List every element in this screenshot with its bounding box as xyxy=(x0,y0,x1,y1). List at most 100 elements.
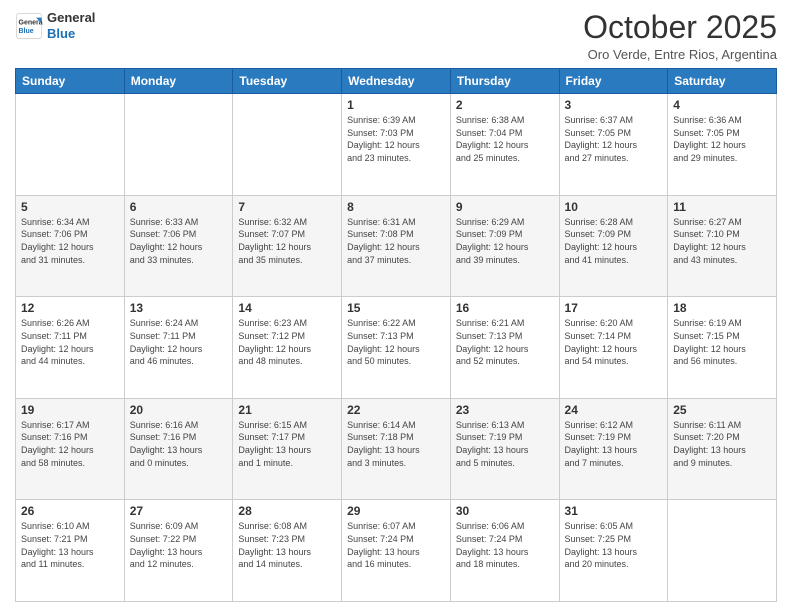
day-info: Sunrise: 6:33 AM Sunset: 7:06 PM Dayligh… xyxy=(130,216,228,266)
day-info: Sunrise: 6:12 AM Sunset: 7:19 PM Dayligh… xyxy=(565,419,663,469)
day-info: Sunrise: 6:10 AM Sunset: 7:21 PM Dayligh… xyxy=(21,520,119,570)
day-info: Sunrise: 6:39 AM Sunset: 7:03 PM Dayligh… xyxy=(347,114,445,164)
day-info: Sunrise: 6:31 AM Sunset: 7:08 PM Dayligh… xyxy=(347,216,445,266)
calendar-cell: 4 Sunrise: 6:36 AM Sunset: 7:05 PM Daylig… xyxy=(668,94,777,196)
weekday-header-sunday: Sunday xyxy=(16,69,125,94)
calendar-cell: 13Sunrise: 6:24 AM Sunset: 7:11 PM Dayli… xyxy=(124,297,233,399)
day-info: Sunrise: 6:23 AM Sunset: 7:12 PM Dayligh… xyxy=(238,317,336,367)
day-info: Sunrise: 6:07 AM Sunset: 7:24 PM Dayligh… xyxy=(347,520,445,570)
day-number: 16 xyxy=(456,301,554,315)
location: Oro Verde, Entre Rios, Argentina xyxy=(583,47,777,62)
calendar-cell: 30Sunrise: 6:06 AM Sunset: 7:24 PM Dayli… xyxy=(450,500,559,602)
calendar-cell: 3 Sunrise: 6:37 AM Sunset: 7:05 PM Daylig… xyxy=(559,94,668,196)
calendar-cell: 9Sunrise: 6:29 AM Sunset: 7:09 PM Daylig… xyxy=(450,195,559,297)
calendar-cell: 1 Sunrise: 6:39 AM Sunset: 7:03 PM Daylig… xyxy=(342,94,451,196)
day-number: 8 xyxy=(347,200,445,214)
calendar-cell: 10Sunrise: 6:28 AM Sunset: 7:09 PM Dayli… xyxy=(559,195,668,297)
calendar-cell: 24 Sunrise: 6:12 AM Sunset: 7:19 PM Dayli… xyxy=(559,398,668,500)
calendar-cell: 12Sunrise: 6:26 AM Sunset: 7:11 PM Dayli… xyxy=(16,297,125,399)
calendar-table: SundayMondayTuesdayWednesdayThursdayFrid… xyxy=(15,68,777,602)
day-number: 5 xyxy=(21,200,119,214)
week-row-4: 26 Sunrise: 6:10 AM Sunset: 7:21 PM Dayli… xyxy=(16,500,777,602)
weekday-header-monday: Monday xyxy=(124,69,233,94)
calendar-cell: 15 Sunrise: 6:22 AM Sunset: 7:13 PM Dayli… xyxy=(342,297,451,399)
calendar-cell: 25 Sunrise: 6:11 AM Sunset: 7:20 PM Dayli… xyxy=(668,398,777,500)
calendar-cell: 14 Sunrise: 6:23 AM Sunset: 7:12 PM Dayli… xyxy=(233,297,342,399)
calendar-cell: 6 Sunrise: 6:33 AM Sunset: 7:06 PM Daylig… xyxy=(124,195,233,297)
calendar-cell: 11Sunrise: 6:27 AM Sunset: 7:10 PM Dayli… xyxy=(668,195,777,297)
day-number: 4 xyxy=(673,98,771,112)
calendar-cell xyxy=(668,500,777,602)
day-number: 18 xyxy=(673,301,771,315)
weekday-header-wednesday: Wednesday xyxy=(342,69,451,94)
day-number: 22 xyxy=(347,403,445,417)
weekday-header-tuesday: Tuesday xyxy=(233,69,342,94)
day-info: Sunrise: 6:06 AM Sunset: 7:24 PM Dayligh… xyxy=(456,520,554,570)
day-number: 14 xyxy=(238,301,336,315)
day-number: 12 xyxy=(21,301,119,315)
weekday-header-thursday: Thursday xyxy=(450,69,559,94)
week-row-3: 19 Sunrise: 6:17 AM Sunset: 7:16 PM Dayli… xyxy=(16,398,777,500)
day-number: 25 xyxy=(673,403,771,417)
week-row-1: 5 Sunrise: 6:34 AM Sunset: 7:06 PM Daylig… xyxy=(16,195,777,297)
day-info: Sunrise: 6:16 AM Sunset: 7:16 PM Dayligh… xyxy=(130,419,228,469)
day-number: 17 xyxy=(565,301,663,315)
calendar-cell: 5 Sunrise: 6:34 AM Sunset: 7:06 PM Daylig… xyxy=(16,195,125,297)
week-row-0: 1 Sunrise: 6:39 AM Sunset: 7:03 PM Daylig… xyxy=(16,94,777,196)
day-info: Sunrise: 6:22 AM Sunset: 7:13 PM Dayligh… xyxy=(347,317,445,367)
day-number: 27 xyxy=(130,504,228,518)
day-number: 1 xyxy=(347,98,445,112)
calendar-cell xyxy=(233,94,342,196)
day-info: Sunrise: 6:11 AM Sunset: 7:20 PM Dayligh… xyxy=(673,419,771,469)
day-info: Sunrise: 6:21 AM Sunset: 7:13 PM Dayligh… xyxy=(456,317,554,367)
day-info: Sunrise: 6:08 AM Sunset: 7:23 PM Dayligh… xyxy=(238,520,336,570)
calendar-cell xyxy=(124,94,233,196)
calendar-cell: 31Sunrise: 6:05 AM Sunset: 7:25 PM Dayli… xyxy=(559,500,668,602)
day-number: 28 xyxy=(238,504,336,518)
week-row-2: 12Sunrise: 6:26 AM Sunset: 7:11 PM Dayli… xyxy=(16,297,777,399)
page: General Blue General Blue October 2025 O… xyxy=(0,0,792,612)
day-info: Sunrise: 6:37 AM Sunset: 7:05 PM Dayligh… xyxy=(565,114,663,164)
day-number: 10 xyxy=(565,200,663,214)
day-number: 19 xyxy=(21,403,119,417)
calendar-cell: 20 Sunrise: 6:16 AM Sunset: 7:16 PM Dayli… xyxy=(124,398,233,500)
day-info: Sunrise: 6:36 AM Sunset: 7:05 PM Dayligh… xyxy=(673,114,771,164)
day-info: Sunrise: 6:05 AM Sunset: 7:25 PM Dayligh… xyxy=(565,520,663,570)
weekday-header-saturday: Saturday xyxy=(668,69,777,94)
day-number: 15 xyxy=(347,301,445,315)
day-info: Sunrise: 6:24 AM Sunset: 7:11 PM Dayligh… xyxy=(130,317,228,367)
day-number: 29 xyxy=(347,504,445,518)
day-info: Sunrise: 6:32 AM Sunset: 7:07 PM Dayligh… xyxy=(238,216,336,266)
day-info: Sunrise: 6:15 AM Sunset: 7:17 PM Dayligh… xyxy=(238,419,336,469)
calendar-cell: 29 Sunrise: 6:07 AM Sunset: 7:24 PM Dayli… xyxy=(342,500,451,602)
day-number: 2 xyxy=(456,98,554,112)
calendar-cell: 17Sunrise: 6:20 AM Sunset: 7:14 PM Dayli… xyxy=(559,297,668,399)
calendar-cell: 22Sunrise: 6:14 AM Sunset: 7:18 PM Dayli… xyxy=(342,398,451,500)
day-info: Sunrise: 6:34 AM Sunset: 7:06 PM Dayligh… xyxy=(21,216,119,266)
svg-text:Blue: Blue xyxy=(19,28,34,35)
calendar-cell: 19 Sunrise: 6:17 AM Sunset: 7:16 PM Dayli… xyxy=(16,398,125,500)
weekday-header-friday: Friday xyxy=(559,69,668,94)
day-number: 20 xyxy=(130,403,228,417)
logo: General Blue General Blue xyxy=(15,10,95,41)
day-number: 23 xyxy=(456,403,554,417)
day-info: Sunrise: 6:17 AM Sunset: 7:16 PM Dayligh… xyxy=(21,419,119,469)
day-info: Sunrise: 6:38 AM Sunset: 7:04 PM Dayligh… xyxy=(456,114,554,164)
day-number: 11 xyxy=(673,200,771,214)
day-number: 9 xyxy=(456,200,554,214)
day-number: 6 xyxy=(130,200,228,214)
calendar-cell: 27 Sunrise: 6:09 AM Sunset: 7:22 PM Dayli… xyxy=(124,500,233,602)
day-info: Sunrise: 6:09 AM Sunset: 7:22 PM Dayligh… xyxy=(130,520,228,570)
day-number: 24 xyxy=(565,403,663,417)
calendar-cell: 16 Sunrise: 6:21 AM Sunset: 7:13 PM Dayli… xyxy=(450,297,559,399)
logo-line1: General xyxy=(47,10,95,26)
logo-line2: Blue xyxy=(47,26,95,42)
calendar-cell: 21 Sunrise: 6:15 AM Sunset: 7:17 PM Dayli… xyxy=(233,398,342,500)
day-number: 26 xyxy=(21,504,119,518)
day-number: 21 xyxy=(238,403,336,417)
day-number: 3 xyxy=(565,98,663,112)
calendar-cell: 26 Sunrise: 6:10 AM Sunset: 7:21 PM Dayli… xyxy=(16,500,125,602)
weekday-header-row: SundayMondayTuesdayWednesdayThursdayFrid… xyxy=(16,69,777,94)
title-block: October 2025 Oro Verde, Entre Rios, Arge… xyxy=(583,10,777,62)
calendar-cell: 8 Sunrise: 6:31 AM Sunset: 7:08 PM Daylig… xyxy=(342,195,451,297)
